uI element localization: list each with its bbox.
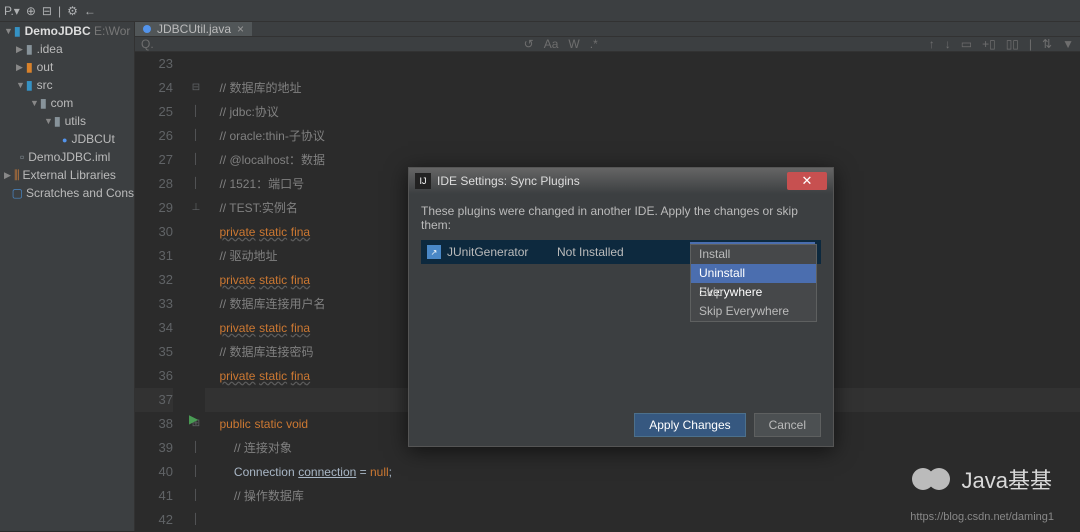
watermark-url: https://blog.csdn.net/daming1 xyxy=(910,511,1054,523)
funnel-icon[interactable]: ▼ xyxy=(1062,37,1074,51)
watermark-text: Java基基 xyxy=(962,463,1052,495)
case-icon[interactable]: Aa xyxy=(544,37,559,51)
fold-column[interactable]: ⊟││││⊥⊞││││ xyxy=(187,52,205,532)
select-icon[interactable]: ▭ xyxy=(961,37,972,51)
words-icon[interactable]: W xyxy=(568,37,579,51)
tree-project-root[interactable]: ▼DemoJDBC E:\Wor xyxy=(0,22,134,40)
apply-changes-button[interactable]: Apply Changes xyxy=(634,413,745,437)
add-icon[interactable]: +▯ xyxy=(982,37,996,51)
up-icon[interactable]: ↑ xyxy=(929,37,935,51)
cancel-button[interactable]: Cancel xyxy=(754,413,821,437)
gear-icon[interactable]: ⚙ xyxy=(67,4,78,18)
filter-icon[interactable]: ⇅ xyxy=(1042,37,1052,51)
tree-iml[interactable]: DemoJDBC.iml xyxy=(0,148,134,166)
tree-jdbcutil[interactable]: JDBCUt xyxy=(0,130,134,148)
tab-jdbcutil[interactable]: JDBCUtil.java × xyxy=(135,22,252,36)
divider: | xyxy=(1029,37,1032,51)
wechat-watermark: Java基基 xyxy=(912,463,1052,495)
main-toolbar: P.▾ ⊕ ⊟ | ⚙ ← xyxy=(0,0,1080,22)
find-toolbar: Q. ↺ Aa W .* ↑ ↓ ▭ +▯ ▯▯ | ⇅ ▼ xyxy=(135,37,1080,52)
regex-icon[interactable]: .* xyxy=(590,37,598,51)
history-icon[interactable]: ↺ xyxy=(524,37,534,51)
editor-tabs: JDBCUtil.java × xyxy=(135,22,1080,37)
search-label[interactable]: Q. xyxy=(141,37,154,51)
tab-label: JDBCUtil.java xyxy=(157,22,231,36)
plugin-status: Not Installed xyxy=(557,245,690,259)
down-icon[interactable]: ↓ xyxy=(945,37,951,51)
dialog-message: These plugins were changed in another ID… xyxy=(421,204,821,232)
wechat-icon xyxy=(912,463,956,495)
dropdown-uninstall-everywhere[interactable]: Uninstall Everywhere xyxy=(691,264,816,283)
tree-extlibs[interactable]: ▶⫼External Libraries xyxy=(0,166,134,184)
plugin-icon: ↗ xyxy=(427,245,441,259)
run-gutter-icon[interactable]: ▶ xyxy=(189,412,198,426)
divider: | xyxy=(58,4,61,18)
tree-com[interactable]: ▼com xyxy=(0,94,134,112)
project-tree: ▼DemoJDBC E:\Wor ▶.idea ▶out ▼src ▼com ▼… xyxy=(0,22,135,531)
tree-utils[interactable]: ▼utils xyxy=(0,112,134,130)
close-icon[interactable]: × xyxy=(237,22,244,36)
dialog-titlebar[interactable]: IJ IDE Settings: Sync Plugins ✕ xyxy=(409,168,833,194)
close-icon[interactable]: ✕ xyxy=(787,172,827,190)
dropdown-install[interactable]: Install xyxy=(691,245,816,264)
tree-src[interactable]: ▼src xyxy=(0,76,134,94)
expand-icon[interactable]: ⊕ xyxy=(26,4,36,18)
collapse-icon[interactable]: ⊟ xyxy=(42,4,52,18)
project-dropdown[interactable]: P.▾ xyxy=(4,4,20,18)
tree-out[interactable]: ▶out xyxy=(0,58,134,76)
selall-icon[interactable]: ▯▯ xyxy=(1006,37,1019,51)
intellij-icon: IJ xyxy=(415,173,431,189)
tree-scratch[interactable]: ▢Scratches and Cons xyxy=(0,184,134,202)
action-dropdown-list: Install Uninstall Everywhere Skip Skip E… xyxy=(690,244,817,322)
hide-icon[interactable]: ← xyxy=(84,4,96,18)
java-file-icon xyxy=(143,25,151,33)
dropdown-skip-everywhere[interactable]: Skip Everywhere xyxy=(691,302,816,321)
line-numbers: 2324252627282930313233343536373839404142 xyxy=(135,52,187,532)
dialog-title-text: IDE Settings: Sync Plugins xyxy=(437,174,580,188)
tree-idea[interactable]: ▶.idea xyxy=(0,40,134,58)
plugin-name: JUnitGenerator xyxy=(447,245,557,259)
